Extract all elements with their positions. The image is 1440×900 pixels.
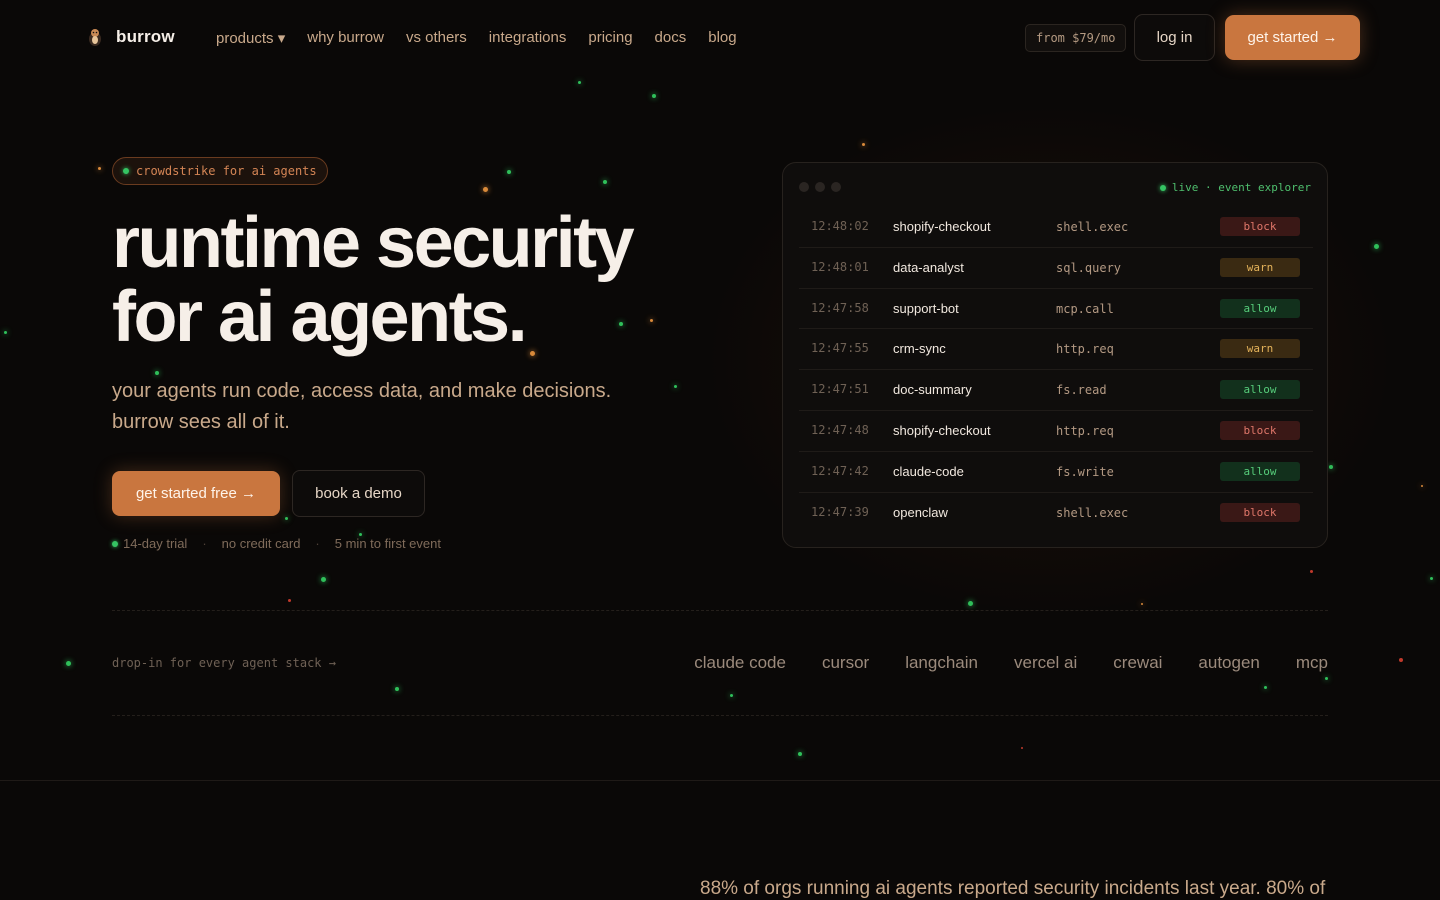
- nav-links: products ▾ why burrow vs others integrat…: [216, 29, 737, 47]
- perk-first-event: 5 min to first event: [334, 536, 441, 551]
- hero-title: runtime security for ai agents.: [112, 206, 732, 354]
- agent-stack-list: claude code cursor langchain vercel ai c…: [694, 653, 1328, 673]
- brand-name: burrow: [116, 27, 175, 46]
- window-dot-icon: [815, 182, 825, 192]
- event-row[interactable]: 12:48:02 shopify-checkout shell.exec block: [799, 207, 1313, 248]
- hero-badge: crowdstrike for ai agents: [112, 157, 328, 185]
- event-row[interactable]: 12:47:55 crm-sync http.req warn: [799, 329, 1313, 371]
- event-type: sql.query: [1056, 260, 1122, 275]
- status-dot-icon: [112, 540, 118, 547]
- event-row[interactable]: 12:47:58 support-bot mcp.call allow: [799, 289, 1313, 330]
- book-demo-button[interactable]: book a demo: [292, 470, 425, 517]
- stack-item-cursor[interactable]: cursor: [822, 653, 869, 673]
- event-type: http.req: [1056, 423, 1114, 438]
- event-type: shell.exec: [1056, 220, 1129, 234]
- event-status-badge: allow: [1220, 298, 1300, 318]
- event-agent: doc-summary: [893, 382, 972, 398]
- event-explorer-panel: live · event explorer 12:48:02 shopify-ch…: [782, 162, 1328, 548]
- stack-item-claude-code[interactable]: claude code: [694, 653, 786, 673]
- event-time: 12:47:42: [811, 463, 869, 478]
- perk-trial: 14-day trial: [123, 536, 188, 551]
- event-type: mcp.call: [1056, 301, 1114, 316]
- live-indicator: live · event explorer: [1159, 181, 1311, 194]
- event-agent: support-bot: [893, 300, 959, 316]
- event-row[interactable]: 12:47:42 claude-code fs.write allow: [799, 452, 1313, 493]
- nav-get-started-button[interactable]: get started →: [1225, 15, 1360, 60]
- event-time: 12:47:58: [811, 300, 869, 315]
- burrow-logo-icon: [89, 29, 101, 46]
- perk-separator: ·: [202, 536, 207, 551]
- get-started-free-button[interactable]: get started free →: [112, 471, 280, 516]
- stat-text: 88% of orgs running ai agents reported s…: [700, 878, 1326, 899]
- hero-perks: 14-day trial · no credit card · 5 min to…: [112, 536, 441, 551]
- stack-item-autogen[interactable]: autogen: [1198, 653, 1259, 673]
- stack-item-langchain[interactable]: langchain: [905, 653, 978, 673]
- perk-no-card: no credit card: [221, 536, 301, 551]
- event-type: fs.read: [1056, 383, 1107, 398]
- nav-link-integrations[interactable]: integrations: [489, 29, 567, 47]
- nav-link-docs[interactable]: docs: [655, 29, 687, 47]
- event-status-badge: block: [1220, 502, 1300, 522]
- divider-top: [112, 610, 1328, 611]
- event-time: 12:47:55: [811, 341, 869, 356]
- hero-subtitle: your agents run code, access data, and m…: [112, 376, 692, 438]
- stack-item-crewai[interactable]: crewai: [1113, 653, 1162, 673]
- stack-item-vercel-ai[interactable]: vercel ai: [1014, 653, 1077, 673]
- event-agent: shopify-checkout: [893, 422, 991, 438]
- nav-link-why-burrow[interactable]: why burrow: [307, 29, 384, 47]
- stack-item-mcp[interactable]: mcp: [1296, 653, 1328, 673]
- event-time: 12:47:48: [811, 422, 869, 437]
- brand-logo[interactable]: burrow: [86, 27, 175, 47]
- event-status-badge: warn: [1220, 257, 1300, 277]
- event-status-badge: block: [1220, 217, 1300, 236]
- live-dot-icon: [1159, 184, 1166, 191]
- hero-subtitle-line-2: burrow sees all of it.: [112, 411, 290, 433]
- price-pill[interactable]: from $79/mo: [1025, 24, 1127, 52]
- window-dot-icon: [831, 182, 841, 192]
- hero-title-line-2: for ai agents.: [112, 277, 528, 357]
- event-row[interactable]: 12:48:01 data-analyst sql.query warn: [799, 248, 1313, 289]
- event-status-badge: warn: [1220, 339, 1300, 359]
- top-nav: burrow products ▾ why burrow vs others i…: [0, 0, 1440, 76]
- window-controls: [799, 182, 841, 192]
- event-row[interactable]: 12:47:39 openclaw shell.exec block: [799, 493, 1313, 534]
- hero-subtitle-line-1: your agents run code, access data, and m…: [112, 380, 612, 402]
- event-time: 12:48:01: [811, 259, 869, 274]
- event-status-badge: allow: [1220, 380, 1300, 400]
- event-type: fs.write: [1056, 464, 1114, 479]
- event-status-badge: allow: [1220, 461, 1300, 481]
- event-agent: shopify-checkout: [893, 219, 991, 234]
- event-row[interactable]: 12:47:48 shopify-checkout http.req block: [799, 411, 1313, 452]
- event-type: http.req: [1056, 342, 1114, 357]
- event-type: shell.exec: [1056, 505, 1129, 520]
- event-agent: openclaw: [893, 504, 948, 520]
- event-status-badge: block: [1220, 420, 1300, 440]
- event-agent: crm-sync: [893, 341, 946, 357]
- event-row[interactable]: 12:47:51 doc-summary fs.read allow: [799, 370, 1313, 411]
- nav-link-products[interactable]: products ▾: [216, 29, 285, 47]
- event-time: 12:47:39: [811, 504, 869, 519]
- nav-link-blog[interactable]: blog: [708, 29, 736, 47]
- nav-link-pricing[interactable]: pricing: [588, 29, 632, 47]
- event-list: 12:48:02 shopify-checkout shell.exec block 1…: [799, 207, 1313, 533]
- window-dot-icon: [799, 182, 809, 192]
- divider-bottom: [112, 715, 1328, 716]
- drop-in-label[interactable]: drop-in for every agent stack →: [112, 656, 336, 670]
- hero-title-line-1: runtime security: [112, 203, 635, 283]
- event-time: 12:48:02: [811, 219, 869, 233]
- live-label: live · event explorer: [1171, 181, 1311, 194]
- nav-link-vs-others[interactable]: vs others: [406, 29, 467, 47]
- event-agent: claude-code: [893, 463, 964, 479]
- event-time: 12:47:51: [811, 382, 869, 397]
- login-button[interactable]: log in: [1134, 14, 1215, 61]
- event-agent: data-analyst: [893, 259, 964, 275]
- perk-separator: ·: [315, 536, 320, 551]
- section-divider: [0, 780, 1440, 781]
